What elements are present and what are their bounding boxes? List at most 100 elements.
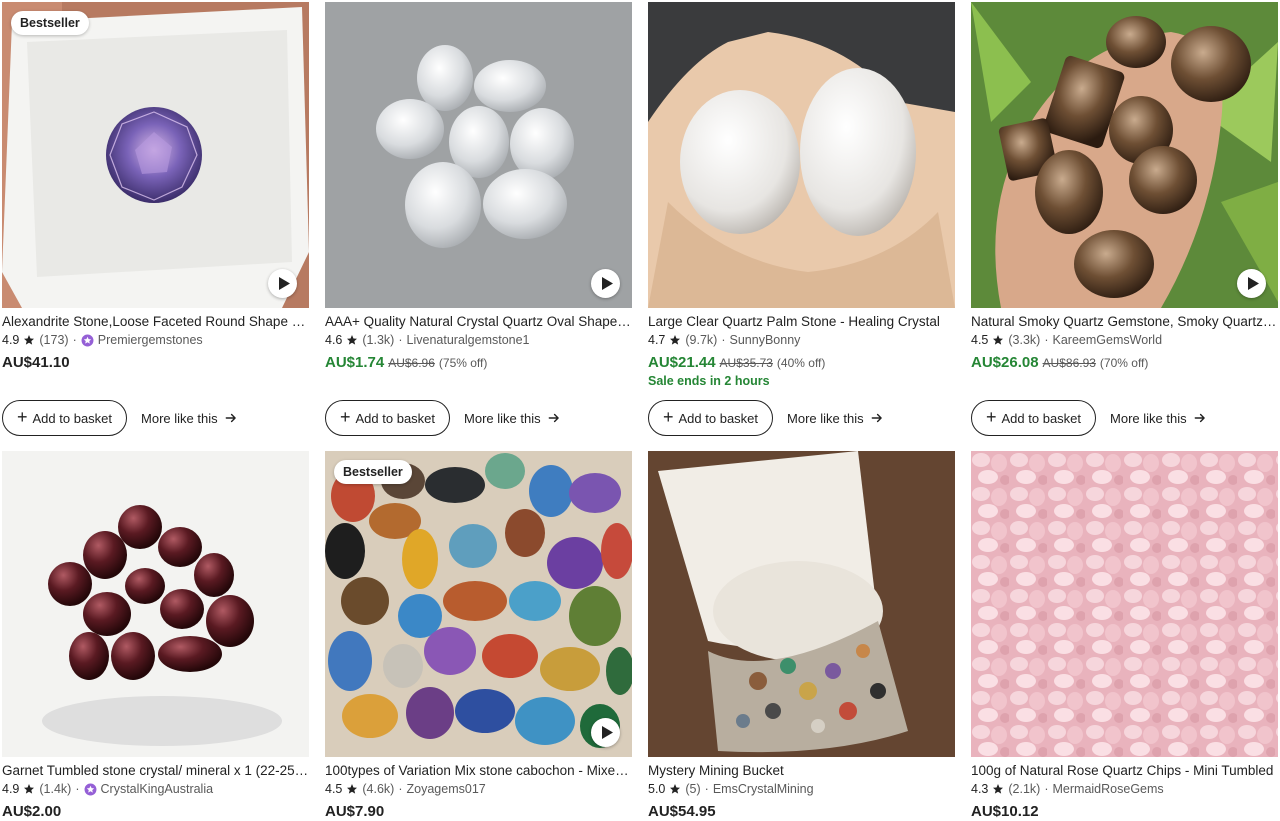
discount-label: (70% off) (1099, 356, 1149, 370)
star-icon (23, 334, 35, 346)
add-to-basket-label: Add to basket (1001, 410, 1082, 426)
star-icon (669, 783, 681, 795)
plus-icon: + (17, 407, 28, 427)
listing-card[interactable]: Bestseller 100types of Variation Mix sto… (325, 451, 632, 820)
separator: · (75, 782, 80, 796)
rating-value: 4.9 (2, 333, 20, 347)
review-count: (1.3k) (362, 333, 395, 347)
seller-name[interactable]: CrystalKingAustralia (101, 781, 214, 797)
listing-image[interactable] (648, 451, 955, 757)
add-to-basket-button[interactable]: + Add to basket (971, 400, 1097, 436)
product-photo (971, 2, 1278, 308)
seller-name[interactable]: SunnyBonny (730, 332, 801, 348)
seller-name[interactable]: Livenaturalgemstone1 (407, 332, 530, 348)
listing-title[interactable]: Mystery Mining Bucket (648, 762, 955, 779)
listing-image[interactable]: Bestseller (2, 2, 309, 308)
separator: · (721, 333, 726, 347)
seller-name[interactable]: Zoyagems017 (407, 781, 486, 797)
seller-name[interactable]: Premiergemstones (98, 332, 203, 348)
sale-ends-notice: Sale ends in 2 hours (648, 374, 770, 388)
discount-label: (75% off) (438, 356, 488, 370)
rating-value: 4.9 (2, 782, 20, 796)
star-icon (992, 783, 1004, 795)
listing-title[interactable]: Natural Smoky Quartz Gemstone, Smoky Qua… (971, 313, 1278, 330)
rating-value: 4.5 (325, 782, 343, 796)
price-row: AU$54.95 (648, 803, 955, 820)
separator: · (398, 333, 403, 347)
review-count: (173) (39, 333, 69, 347)
listing-image[interactable] (971, 2, 1278, 308)
more-like-this-label: More like this (1110, 410, 1187, 426)
star-icon (669, 334, 681, 346)
separator: · (704, 782, 709, 796)
review-count: (3.3k) (1008, 333, 1041, 347)
product-photo (325, 451, 632, 757)
listing-title[interactable]: Alexandrite Stone,Loose Faceted Round Sh… (2, 313, 309, 330)
bestseller-badge: Bestseller (334, 460, 412, 484)
listing-image[interactable] (648, 2, 955, 308)
price: AU$7.90 (325, 803, 385, 820)
more-like-this-link[interactable]: More like this (787, 411, 884, 426)
listing-title[interactable]: 100types of Variation Mix stone cabochon… (325, 762, 632, 779)
bestseller-badge: Bestseller (11, 11, 89, 35)
listing-image[interactable] (325, 2, 632, 308)
price-row: AU$21.44 AU$35.73 (40% off) (648, 354, 955, 371)
listing-card[interactable]: Bestseller Alexandrite Stone,Loose Facet… (2, 2, 309, 436)
seller-name[interactable]: KareemGemsWorld (1053, 332, 1163, 348)
rating-value: 5.0 (648, 782, 666, 796)
separator: · (1044, 333, 1049, 347)
listing-card[interactable]: Garnet Tumbled stone crystal/ mineral x … (2, 451, 309, 820)
review-count: (1.4k) (39, 782, 72, 796)
play-icon[interactable] (268, 269, 297, 298)
add-to-basket-label: Add to basket (678, 410, 759, 426)
product-photo (971, 451, 1278, 757)
separator: · (398, 782, 403, 796)
rating-value: 4.3 (971, 782, 989, 796)
more-like-this-link[interactable]: More like this (141, 411, 238, 426)
play-icon[interactable] (591, 269, 620, 298)
arrow-right-icon (548, 413, 559, 423)
listing-image[interactable] (2, 451, 309, 757)
review-count: (2.1k) (1008, 782, 1041, 796)
listing-card[interactable]: AAA+ Quality Natural Crystal Quartz Oval… (325, 2, 632, 436)
review-count: (9.7k) (685, 333, 718, 347)
seller-name[interactable]: MermaidRoseGems (1053, 781, 1164, 797)
listing-meta: 4.3 (2.1k) · MermaidRoseGems (971, 781, 1278, 797)
original-price: AU$6.96 (388, 356, 435, 370)
play-icon[interactable] (591, 718, 620, 747)
card-actions: + Add to basket More like this (971, 400, 1207, 436)
listing-meta: 4.9 (173) · Premiergemstones (2, 332, 309, 348)
listing-card[interactable]: 100g of Natural Rose Quartz Chips - Mini… (971, 451, 1278, 820)
price-row: AU$10.12 (971, 803, 1278, 820)
review-count: (5) (685, 782, 701, 796)
add-to-basket-button[interactable]: + Add to basket (2, 400, 128, 436)
star-icon (992, 334, 1004, 346)
listing-title[interactable]: AAA+ Quality Natural Crystal Quartz Oval… (325, 313, 632, 330)
listing-image[interactable]: Bestseller (325, 451, 632, 757)
rating-value: 4.5 (971, 333, 989, 347)
price: AU$10.12 (971, 803, 1039, 820)
listing-title[interactable]: 100g of Natural Rose Quartz Chips - Mini… (971, 762, 1278, 779)
listing-card[interactable]: Mystery Mining Bucket 5.0 (5) · EmsCryst… (648, 451, 955, 820)
more-like-this-link[interactable]: More like this (464, 411, 561, 426)
more-like-this-label: More like this (464, 410, 541, 426)
add-to-basket-button[interactable]: + Add to basket (648, 400, 774, 436)
listing-card[interactable]: Natural Smoky Quartz Gemstone, Smoky Qua… (971, 2, 1278, 436)
listing-card[interactable]: Large Clear Quartz Palm Stone - Healing … (648, 2, 955, 436)
more-like-this-link[interactable]: More like this (1110, 411, 1207, 426)
review-count: (4.6k) (362, 782, 395, 796)
add-to-basket-label: Add to basket (355, 410, 436, 426)
listing-image[interactable] (971, 451, 1278, 757)
card-actions: + Add to basket More like this (2, 400, 238, 436)
price-row: AU$2.00 (2, 803, 309, 820)
price-row: AU$41.10 (2, 354, 309, 371)
add-to-basket-button[interactable]: + Add to basket (325, 400, 451, 436)
listing-title[interactable]: Garnet Tumbled stone crystal/ mineral x … (2, 762, 309, 779)
play-icon[interactable] (1237, 269, 1266, 298)
seller-name[interactable]: EmsCrystalMining (713, 781, 814, 797)
listing-meta: 5.0 (5) · EmsCrystalMining (648, 781, 955, 797)
price: AU$54.95 (648, 803, 716, 820)
sale-price: AU$1.74 (325, 354, 385, 371)
card-actions: + Add to basket More like this (648, 400, 884, 436)
listing-title[interactable]: Large Clear Quartz Palm Stone - Healing … (648, 313, 955, 330)
